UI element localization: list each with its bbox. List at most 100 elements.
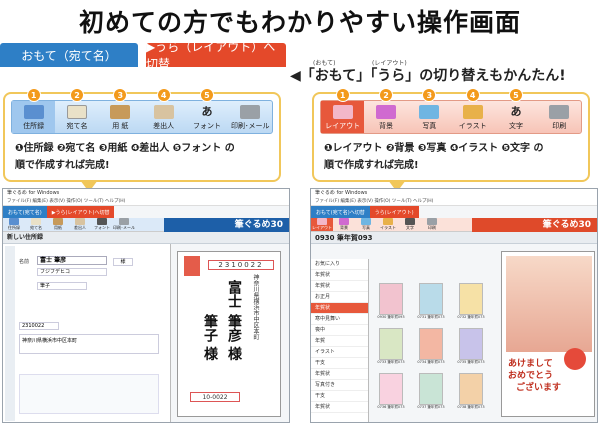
sidebar-category-item[interactable]: 干支	[311, 391, 368, 402]
sidebar-category-item[interactable]: 干支	[311, 358, 368, 369]
toolbar-print[interactable]: 印刷	[538, 101, 581, 133]
toolbar-address-book[interactable]: 1 住所録	[12, 88, 56, 133]
printer-icon	[119, 218, 129, 225]
kana-input[interactable]: フジフデヒコ	[37, 268, 107, 276]
sidebar-category-item[interactable]: 写真付き	[311, 380, 368, 391]
window-tool-layout[interactable]: レイアウト	[311, 218, 333, 231]
tool-label: 宛て名	[30, 225, 42, 230]
window-tab-front[interactable]: おもて(宛て名)へ切替	[311, 206, 370, 218]
address-form: 名前 富士 筆彦 フジフデヒコ 様 筆子 2310022 神奈川県横浜市中区本町	[3, 244, 171, 422]
window-tool-paper[interactable]: 用紙	[47, 218, 69, 231]
photo-icon	[419, 105, 440, 119]
tool-label: フォント	[94, 225, 110, 230]
font-icon: あ	[201, 105, 213, 118]
layout-thumbnail[interactable]: 0735 筆年賀073	[453, 328, 489, 370]
toolbar-illustration[interactable]: 4 イラスト	[451, 88, 494, 133]
desc-line: 順で作成すれば完成!	[324, 160, 419, 171]
menu-bar[interactable]: ファイル(F) 編集(E) 表示(V) 操作(O) ツール(T) ヘルプ(H)	[311, 198, 597, 206]
index-tabs[interactable]	[5, 246, 15, 421]
honorific-select[interactable]: 様	[113, 258, 133, 266]
background-icon	[339, 218, 349, 225]
thumbnail-image	[419, 373, 443, 405]
postcard-icon	[66, 105, 87, 119]
sidebar-category-item[interactable]: 年賀	[311, 336, 368, 347]
sidebar-category-item[interactable]: 年賀状	[311, 270, 368, 281]
window-tool-sender[interactable]: 差出人	[69, 218, 91, 231]
sender-icon	[75, 218, 85, 225]
sidebar-category-item[interactable]: 年賀状	[311, 369, 368, 380]
toolbar-addressee[interactable]: 2 宛て名	[55, 88, 98, 133]
tab-front-address[interactable]: おもて（宛て名）	[0, 43, 138, 67]
window-tool-background[interactable]: 背景	[333, 218, 355, 231]
layout-thumbnail[interactable]: 0734 筆年賀073	[413, 328, 449, 370]
toolbar-paper[interactable]: 3 用 紙	[99, 88, 142, 133]
desc-line: ❶レイアウト ❷背景 ❸写真 ❹イラスト ❺文字 の	[324, 143, 544, 154]
right-step-description: ❶レイアウト ❷背景 ❸写真 ❹イラスト ❺文字 の 順で作成すれば完成!	[324, 140, 586, 174]
sender-postal-code: 10-0022	[190, 392, 240, 402]
postal-code-input[interactable]: 2310022	[19, 322, 59, 330]
window-tool-addressee[interactable]: 宛て名	[25, 218, 47, 231]
left-step-description: ❶住所録 ❷宛て名 ❸用紙 ❹差出人 ❺フォント の 順で作成すれば完成!	[15, 140, 277, 174]
layout-thumbnail[interactable]: 0733 筆年賀073	[373, 328, 409, 370]
layout-thumbnail[interactable]: 0731 筆年賀073	[413, 283, 449, 325]
layout-thumbnail[interactable]: 0737 筆年賀073	[413, 373, 449, 415]
toolbar-layout[interactable]: 1 レイアウト	[321, 88, 365, 133]
sidebar-category-item[interactable]: お正月	[311, 292, 368, 303]
window-title: 筆ぐるめ for Windows	[3, 189, 289, 198]
paper-icon	[53, 218, 63, 225]
layout-thumbnail[interactable]: 0738 筆年賀073	[453, 373, 489, 415]
daruma-illustration	[564, 348, 586, 370]
sidebar-category-item[interactable]: 寒中見舞い	[311, 314, 368, 325]
toolbar-text[interactable]: 5 あ 文字	[494, 88, 537, 133]
card-recipient-2: 筆子 様	[202, 314, 218, 361]
toolbar-label: 宛て名	[66, 122, 88, 130]
layout-icon	[317, 218, 327, 225]
sidebar-category-item[interactable]: 年賀状	[311, 281, 368, 292]
thumbnail-image	[419, 328, 443, 360]
sidebar-category-item[interactable]: お気に入り	[311, 259, 368, 270]
toolbar-print-mail[interactable]: 印刷･メール	[229, 101, 272, 133]
illustration-icon	[383, 218, 393, 225]
window-tool-print[interactable]: 印刷	[421, 218, 443, 231]
layout-thumbnail[interactable]: 0732 筆年賀073	[453, 283, 489, 325]
memo-area[interactable]	[19, 374, 159, 414]
toolbar-label: 印刷･メール	[231, 122, 270, 130]
thumbnail-label: 0737 筆年賀073	[417, 405, 445, 409]
toolbar-font[interactable]: 5 あ フォント	[185, 88, 228, 133]
name-input[interactable]: 富士 筆彦	[37, 256, 107, 265]
toolbar-label: 用 紙	[112, 122, 129, 130]
thumbnail-label: 0731 筆年賀073	[417, 315, 445, 319]
joint-name-input[interactable]: 筆子	[37, 282, 87, 290]
address-input[interactable]: 神奈川県横浜市中区本町	[19, 334, 159, 354]
window-tool-font[interactable]: フォント	[91, 218, 113, 231]
thumbnail-image	[459, 328, 483, 360]
tool-label: 差出人	[74, 225, 86, 230]
window-tab-back[interactable]: ▶うら(レイアウト)へ切替	[46, 206, 115, 218]
window-tool-print[interactable]: 印刷･メール	[113, 218, 135, 231]
tool-label: イラスト	[380, 225, 396, 230]
window-tab-front[interactable]: おもて(宛て名)	[3, 206, 47, 218]
window-tool-illustration[interactable]: イラスト	[377, 218, 399, 231]
thumbnail-label: 0930 筆年賀093	[377, 315, 405, 319]
sidebar-category-item[interactable]: 喪中	[311, 325, 368, 336]
thumbnail-label: 0735 筆年賀073	[457, 360, 485, 364]
window-tool-address-book[interactable]: 住所録	[3, 218, 25, 231]
window-tool-photo[interactable]: 写真	[355, 218, 377, 231]
layout-thumbnail[interactable]: 0930 筆年賀093	[373, 283, 409, 325]
tab-back-layout[interactable]: ▶うら（レイアウト）へ切替	[146, 40, 286, 71]
thumbnail-label: 0732 筆年賀073	[457, 315, 485, 319]
background-icon	[375, 105, 396, 119]
window-tab-back[interactable]: うら(レイアウト)	[369, 206, 419, 218]
sidebar-category-item[interactable]: イラスト	[311, 347, 368, 358]
toolbar-photo[interactable]: 3 写真	[408, 88, 451, 133]
sidebar-category-item[interactable]: 年賀状	[311, 303, 368, 314]
window-tool-text[interactable]: 文字	[399, 218, 421, 231]
layout-thumbnail[interactable]: 0736 筆年賀073	[373, 373, 409, 415]
thumbnail-label: 0733 筆年賀073	[377, 360, 405, 364]
thumbnail-image	[379, 373, 403, 405]
thumbnail-image	[379, 328, 403, 360]
menu-bar[interactable]: ファイル(F) 編集(E) 表示(V) 操作(O) ツール(T) ヘルプ(H)	[3, 198, 289, 206]
toolbar-background[interactable]: 2 背景	[364, 88, 407, 133]
sidebar-category-item[interactable]: 年賀状	[311, 402, 368, 413]
toolbar-sender[interactable]: 4 差出人	[142, 88, 185, 133]
